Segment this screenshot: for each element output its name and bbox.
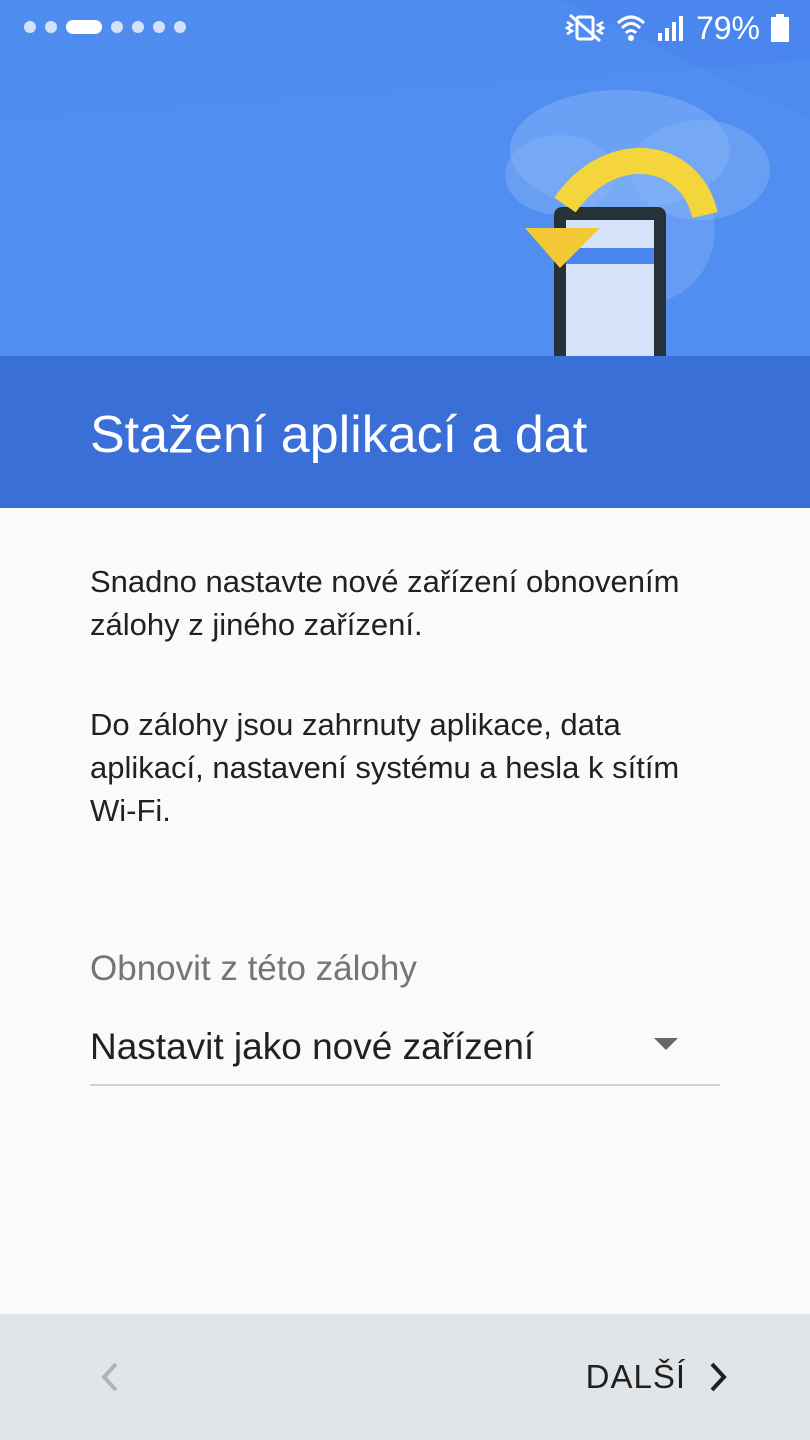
wifi-icon (616, 15, 645, 41)
page-title: Stažení aplikací a dat (90, 406, 588, 464)
navigation-bar: DALŠÍ (0, 1314, 810, 1440)
status-icons: 79% (564, 8, 790, 48)
description-text-1: Snadno nastavte nové zařízení obnovením … (90, 564, 680, 642)
battery-percent: 79% (695, 10, 760, 46)
vibrate-off-icon (564, 13, 606, 43)
page-dot (153, 21, 165, 33)
status-bar: 79% (0, 0, 810, 56)
page-dot (45, 21, 57, 33)
chevron-left-icon (101, 1362, 118, 1392)
page-dot (174, 21, 186, 33)
page-dot (111, 21, 123, 33)
page-dot-active (66, 20, 102, 34)
chevron-right-icon (710, 1362, 727, 1392)
signal-icon (657, 16, 683, 41)
back-button[interactable] (80, 1344, 140, 1410)
next-button-label: DALŠÍ (585, 1358, 686, 1395)
battery-icon (771, 14, 789, 42)
page-indicator (24, 20, 186, 34)
description-text-2: Do zálohy jsou zahrnuty aplikace, data a… (90, 707, 680, 828)
next-button[interactable]: DALŠÍ (586, 1344, 730, 1410)
page-dot (24, 21, 36, 33)
restore-label: Obnovit z této zálohy (90, 949, 417, 988)
restore-dropdown[interactable]: Nastavit jako nové zařízení (90, 1018, 720, 1086)
restore-dropdown-value: Nastavit jako nové zařízení (90, 1026, 535, 1067)
setup-header: Stažení aplikací a dat 79% (0, 0, 810, 508)
page-dot (132, 21, 144, 33)
dropdown-arrow-icon (654, 1038, 678, 1050)
